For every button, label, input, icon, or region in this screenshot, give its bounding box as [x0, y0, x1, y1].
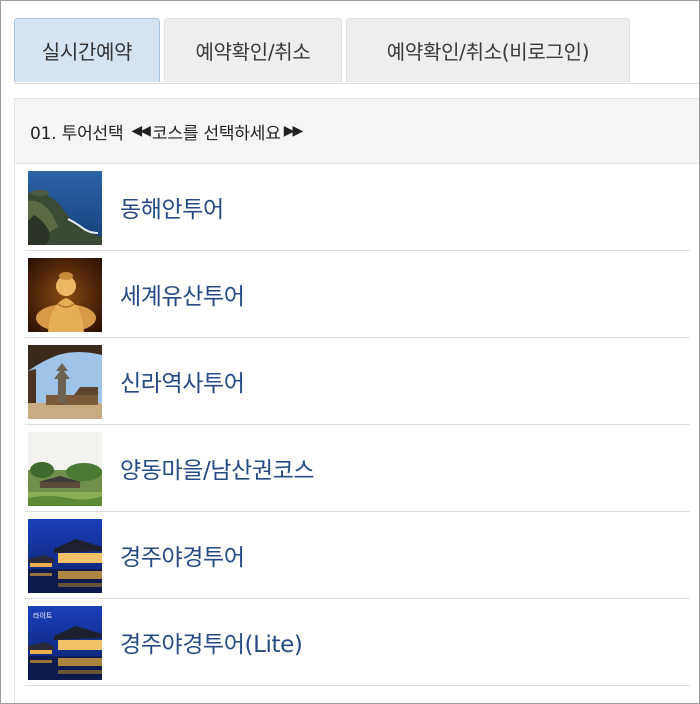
tour-item-gyeongju-night[interactable]: 경주야경투어 — [25, 512, 690, 599]
buddha-statue-photo-icon — [28, 257, 102, 332]
tour-item-silla-history[interactable]: 신라역사투어 — [25, 338, 690, 425]
step-instruction: 코스를 선택하세요 — [151, 123, 281, 144]
tour-selection-panel: 01. 투어선택 ◀◀ 코스를 선택하세요 ▶▶ 동해안투어 세계유산투어 신라… — [14, 98, 699, 703]
tour-name[interactable]: 세계유산투어 — [120, 277, 245, 311]
tab-reservation-check-cancel-guest[interactable]: 예약확인/취소(비로그인) — [346, 18, 630, 82]
left-arrows-icon: ◀◀ — [131, 123, 150, 139]
tour-name[interactable]: 양동마을/남산권코스 — [120, 451, 315, 485]
coast-photo-icon — [28, 170, 102, 245]
tour-name[interactable]: 동해안투어 — [120, 190, 224, 224]
tour-name[interactable]: 경주야경투어(Lite) — [120, 625, 303, 659]
night-palace-photo-icon — [28, 518, 102, 593]
thumbnail-label: 라이트 — [33, 611, 53, 620]
reservation-tabs: 실시간예약 예약확인/취소 예약확인/취소(비로그인) — [14, 18, 630, 84]
step-label: 01. 투어선택 — [30, 123, 124, 144]
right-arrows-icon: ▶▶ — [283, 123, 303, 139]
tabs-divider — [14, 83, 699, 84]
step-header: 01. 투어선택 ◀◀ 코스를 선택하세요 ▶▶ — [15, 99, 699, 164]
tour-item-yangdong-namsan[interactable]: 양동마을/남산권코스 — [25, 425, 690, 512]
night-palace-lite-photo-icon: 라이트 — [28, 605, 102, 680]
tour-item-gyeongju-night-lite[interactable]: 라이트 경주야경투어(Lite) — [25, 599, 690, 686]
tab-realtime-reservation[interactable]: 실시간예약 — [14, 18, 160, 82]
tour-list: 동해안투어 세계유산투어 신라역사투어 양동마을/남산권코스 경주야경투어 라이… — [15, 164, 699, 686]
village-photo-icon — [28, 431, 102, 506]
tour-name[interactable]: 경주야경투어 — [120, 538, 245, 572]
tab-reservation-check-cancel[interactable]: 예약확인/취소 — [164, 18, 342, 82]
pagoda-photo-icon — [28, 344, 102, 419]
tour-reservation-widget: 실시간예약 예약확인/취소 예약확인/취소(비로그인) 01. 투어선택 ◀◀ … — [0, 0, 700, 704]
tour-name[interactable]: 신라역사투어 — [120, 364, 245, 398]
tour-item-world-heritage[interactable]: 세계유산투어 — [25, 251, 690, 338]
tour-item-east-coast[interactable]: 동해안투어 — [25, 164, 690, 251]
